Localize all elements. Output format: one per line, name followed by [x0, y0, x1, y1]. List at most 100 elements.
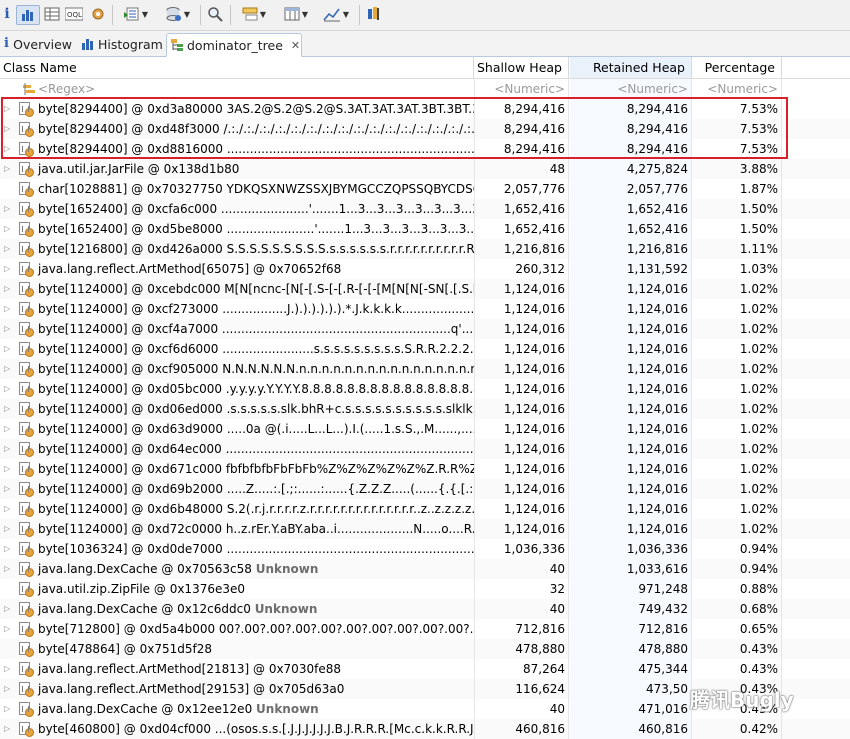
expand-arrow-icon[interactable]: ▷ — [4, 479, 10, 499]
table-row[interactable]: ▷ byte[1124000] @ 0xcebdc000 M[N[ncnc-[N[… — [0, 279, 850, 299]
column-header-retained-heap[interactable]: Retained Heap — [570, 57, 692, 78]
class-name-cell[interactable]: ▷ byte[1124000] @ 0xd72c0000 h..z.rEr.Y.a… — [0, 519, 475, 539]
table-row[interactable]: ▷ byte[1124000] @ 0xd05bc000 .y.y.y.y.Y.Y… — [0, 379, 850, 399]
expand-arrow-icon[interactable]: ▷ — [4, 699, 10, 719]
class-name-cell[interactable]: ▷ java.lang.DexCache @ 0x70563c58 Unknown — [0, 559, 475, 579]
class-name-cell[interactable]: ▷ byte[1124000] @ 0xcf905000 N.N.N.N.N.N.… — [0, 359, 475, 379]
expand-arrow-icon[interactable]: ▷ — [4, 599, 10, 619]
expand-arrow-icon[interactable]: ▷ — [4, 319, 10, 339]
query-icon[interactable]: ▼ — [160, 5, 196, 23]
table-row[interactable]: ▷ byte[1652400] @ 0xd5be8000 ............… — [0, 219, 850, 239]
table-icon[interactable]: ▼ — [278, 5, 314, 23]
expand-arrow-icon[interactable]: ▷ — [4, 459, 10, 479]
expand-arrow-icon[interactable]: ▷ — [4, 379, 10, 399]
table-row[interactable]: ▷ byte[1124000] @ 0xd06ed000 .s.s.s.s.s.s… — [0, 399, 850, 419]
class-name-cell[interactable]: ▷ java.util.jar.JarFile @ 0x138d1b80 — [0, 159, 475, 179]
table-row[interactable]: ▷ byte[712800] @ 0xd5a4b000 00?.00?.00?.0… — [0, 619, 850, 639]
table-row[interactable]: ▷ java.lang.reflect.ArtMethod[21813] @ 0x… — [0, 659, 850, 679]
table-row[interactable]: ▷ byte[1036324] @ 0xd0de7000 ............… — [0, 539, 850, 559]
expand-arrow-icon[interactable]: ▷ — [4, 539, 10, 559]
expand-arrow-icon[interactable]: ▷ — [4, 519, 10, 539]
class-name-cell[interactable]: ▷ byte[1124000] @ 0xcebdc000 M[N[ncnc-[N[… — [0, 279, 475, 299]
table-row[interactable]: ▷ java.util.jar.JarFile @ 0x138d1b80 48 4,2… — [0, 159, 850, 179]
tab-histogram[interactable]: Histogram — [78, 33, 164, 55]
table-row[interactable]: ▷ java.lang.reflect.ArtMethod[65075] @ 0x… — [0, 259, 850, 279]
chevron-down-icon[interactable]: ▼ — [142, 10, 148, 19]
percentage-filter-input[interactable]: <Numeric> — [693, 79, 782, 99]
chevron-down-icon[interactable]: ▼ — [184, 10, 190, 19]
expand-arrow-icon[interactable]: ▷ — [4, 439, 10, 459]
search-icon[interactable] — [205, 5, 225, 23]
pin-icon[interactable] — [364, 5, 384, 23]
class-name-cell[interactable]: ▷ byte[1124000] @ 0xd63d9000 .....0a @(.i… — [0, 419, 475, 439]
class-name-cell[interactable]: ▷ byte[1124000] @ 0xcf273000 ............… — [0, 299, 475, 319]
class-name-cell[interactable]: ▷ byte[1124000] @ 0xd69b2000 .....Z.....:… — [0, 479, 475, 499]
expand-arrow-icon[interactable]: ▷ — [4, 219, 10, 239]
tab-dominator-tree[interactable]: dominator_tree ✕ — [166, 33, 302, 57]
class-name-cell[interactable]: ▷ java.lang.DexCache @ 0x12ee12e0 Unknown — [0, 699, 475, 719]
class-name-cell[interactable]: ▷ byte[712800] @ 0xd5a4b000 00?.00?.00?.0… — [0, 619, 475, 639]
expand-arrow-icon[interactable]: ▷ — [4, 679, 10, 699]
table-row[interactable]: ▷ byte[1124000] @ 0xd671c000 fbfbfbfbFbFb… — [0, 459, 850, 479]
overview-icon[interactable] — [16, 5, 40, 25]
class-name-cell[interactable]: ▷ byte[1124000] @ 0xd671c000 fbfbfbfbFbFb… — [0, 459, 475, 479]
table-row[interactable]: ▷ byte[1216800] @ 0xd426a000 S.S.S.S.S.S.… — [0, 239, 850, 259]
table-row[interactable]: byte[478864] @ 0x751d5f28 478,880 478,880 0… — [0, 639, 850, 659]
expand-arrow-icon[interactable]: ▷ — [4, 259, 10, 279]
column-header-percentage[interactable]: Percentage — [693, 57, 782, 78]
expand-arrow-icon[interactable]: ▷ — [4, 419, 10, 439]
close-icon[interactable]: ✕ — [291, 39, 300, 52]
sql-icon[interactable]: OQL — [64, 5, 84, 23]
class-name-cell[interactable]: ▷ java.lang.reflect.ArtMethod[65075] @ 0x… — [0, 259, 475, 279]
table-row[interactable]: ▷ byte[1652400] @ 0xcfa6c000 ............… — [0, 199, 850, 219]
table-row[interactable]: ▷ byte[1124000] @ 0xcf6d6000 ............… — [0, 339, 850, 359]
table-row[interactable]: ▷ byte[1124000] @ 0xd64ec000 ............… — [0, 439, 850, 459]
class-name-cell[interactable]: ▷ byte[1652400] @ 0xd5be8000 ............… — [0, 219, 475, 239]
regex-filter-input[interactable]: <Regex> — [38, 79, 95, 99]
table-row[interactable]: char[1028881] @ 0x70327750 YDKQSXNWZSSXJ… — [0, 179, 850, 199]
class-name-cell[interactable]: ▷ java.lang.reflect.ArtMethod[21813] @ 0x… — [0, 659, 475, 679]
expand-arrow-icon[interactable]: ▷ — [4, 499, 10, 519]
expand-arrow-icon[interactable]: ▷ — [4, 159, 10, 179]
expand-arrow-icon[interactable]: ▷ — [4, 199, 10, 219]
expand-arrow-icon[interactable]: ▷ — [4, 339, 10, 359]
expand-arrow-icon[interactable]: ▷ — [4, 359, 10, 379]
expand-arrow-icon[interactable]: ▷ — [4, 299, 10, 319]
histogram-icon[interactable] — [42, 5, 62, 23]
export-icon[interactable]: ▼ — [118, 5, 154, 23]
chevron-down-icon[interactable]: ▼ — [260, 10, 266, 19]
table-row[interactable]: java.util.zip.ZipFile @ 0x1376e3e0 32 971,… — [0, 579, 850, 599]
expand-arrow-icon[interactable]: ▷ — [4, 719, 10, 739]
class-name-cell[interactable]: ▷ byte[1216800] @ 0xd426a000 S.S.S.S.S.S.… — [0, 239, 475, 259]
table-row[interactable]: ▷ byte[460800] @ 0xd04cf000 ...(osos.s.s.… — [0, 719, 850, 739]
chevron-down-icon[interactable]: ▼ — [343, 10, 349, 19]
table-row[interactable]: ▷ byte[1124000] @ 0xcf4a7000 ............… — [0, 319, 850, 339]
class-name-cell[interactable]: ▷ byte[1124000] @ 0xd64ec000 ............… — [0, 439, 475, 459]
chevron-down-icon[interactable]: ▼ — [302, 10, 308, 19]
column-header-shallow-heap[interactable]: Shallow Heap — [475, 57, 569, 78]
class-name-cell[interactable]: char[1028881] @ 0x70327750 YDKQSXNWZSSXJ… — [0, 179, 475, 199]
class-name-cell[interactable]: ▷ java.lang.DexCache @ 0x12c6ddc0 Unknown — [0, 599, 475, 619]
info-icon[interactable]: i — [2, 5, 12, 23]
expand-arrow-icon[interactable]: ▷ — [4, 399, 10, 419]
table-row[interactable]: ▷ byte[1124000] @ 0xd72c0000 h..z.rEr.Y.a… — [0, 519, 850, 539]
table-row[interactable]: ▷ byte[1124000] @ 0xd6b48000 S.2(.r.j.r.r… — [0, 499, 850, 519]
retained-filter-input[interactable]: <Numeric> — [570, 79, 692, 99]
tab-overview[interactable]: i Overview — [0, 33, 72, 55]
expand-arrow-icon[interactable]: ▷ — [4, 619, 10, 639]
group-icon[interactable]: ▼ — [236, 5, 272, 23]
class-name-cell[interactable]: ▷ byte[1036324] @ 0xd0de7000 ............… — [0, 539, 475, 559]
table-row[interactable]: ▷ java.lang.DexCache @ 0x70563c58 Unknown… — [0, 559, 850, 579]
shallow-filter-input[interactable]: <Numeric> — [475, 79, 569, 99]
expand-arrow-icon[interactable]: ▷ — [4, 559, 10, 579]
class-name-cell[interactable]: ▷ byte[1124000] @ 0xd6b48000 S.2(.r.j.r.r… — [0, 499, 475, 519]
class-name-cell[interactable]: ▷ byte[1124000] @ 0xd06ed000 .s.s.s.s.s.s… — [0, 399, 475, 419]
class-name-cell[interactable]: java.util.zip.ZipFile @ 0x1376e3e0 — [0, 579, 475, 599]
class-name-cell[interactable]: ▷ byte[1652400] @ 0xcfa6c000 ............… — [0, 199, 475, 219]
table-row[interactable]: ▷ java.lang.DexCache @ 0x12c6ddc0 Unknown… — [0, 599, 850, 619]
class-name-cell[interactable]: ▷ byte[1124000] @ 0xcf6d6000 ............… — [0, 339, 475, 359]
class-name-cell[interactable]: ▷ byte[460800] @ 0xd04cf000 ...(osos.s.s.… — [0, 719, 475, 739]
column-header-class-name[interactable]: Class Name — [0, 57, 474, 78]
expand-arrow-icon[interactable]: ▷ — [4, 279, 10, 299]
class-name-cell[interactable]: ▷ byte[1124000] @ 0xd05bc000 .y.y.y.y.Y.Y… — [0, 379, 475, 399]
